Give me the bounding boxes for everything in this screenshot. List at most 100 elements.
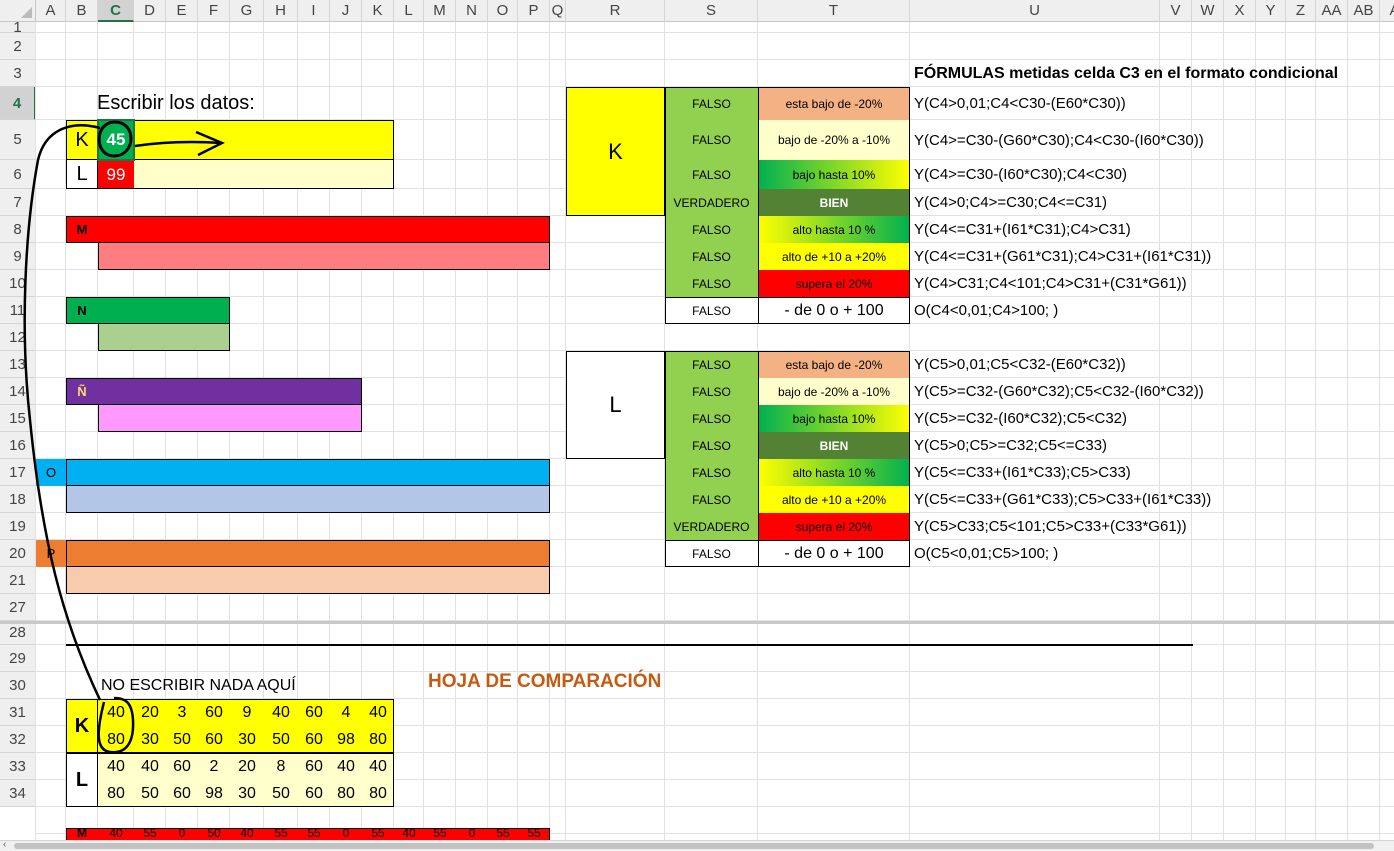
scroll-thumb[interactable] xyxy=(14,843,1374,849)
row-header-21[interactable]: 21 xyxy=(0,567,36,594)
comparison-note: NO ESCRIBIR NADA AQUÍ xyxy=(101,676,296,694)
row-header-14[interactable]: 14 xyxy=(0,378,36,405)
scroll-left-icon[interactable]: ‹ xyxy=(3,839,6,850)
row-header-34[interactable]: 34 xyxy=(0,780,36,807)
row-header-1[interactable]: 1 xyxy=(0,19,36,36)
row-header-16[interactable]: 16 xyxy=(0,432,36,459)
row-header-3[interactable]: 3 xyxy=(0,60,36,87)
row-header-5[interactable]: 5 xyxy=(0,120,36,160)
column-header-a[interactable]: A xyxy=(36,0,66,22)
bar-o-label: O xyxy=(45,465,57,480)
l_table-divider xyxy=(758,351,759,567)
row-header-2[interactable]: 2 xyxy=(0,33,36,60)
row-header-7[interactable]: 7 xyxy=(0,189,36,216)
column-header-m[interactable]: M xyxy=(424,0,456,22)
comparison-value: 8 xyxy=(276,757,286,775)
column-header-h[interactable]: H xyxy=(264,0,298,22)
comparison-value: 60 xyxy=(305,757,323,775)
comparison-value: 50 xyxy=(141,784,159,802)
input-title: Escribir los datos: xyxy=(97,92,255,114)
column-header-f[interactable]: F xyxy=(198,0,230,22)
column-header-c[interactable]: C xyxy=(98,0,134,22)
row-header-11[interactable]: 11 xyxy=(0,297,36,324)
comparison-value: 3 xyxy=(177,703,187,721)
column-header-q[interactable]: Q xyxy=(550,0,566,22)
spreadsheet-grid[interactable]: ABCDEFGHIJKLMNOPQRSTUVWXYZAAABA 12345678… xyxy=(0,0,1394,851)
bar-o-border xyxy=(66,459,550,513)
column-header-g[interactable]: G xyxy=(230,0,264,22)
k_table-formula: Y(C4>=C30-(G60*C30);C4<C30-(I60*C30)) xyxy=(914,131,1204,149)
column-header-j[interactable]: J xyxy=(330,0,362,22)
l_table-label: L xyxy=(609,392,622,417)
comparison-m-value: 55 xyxy=(307,826,321,840)
bar-o-line xyxy=(66,485,550,486)
comparison-value: 80 xyxy=(107,784,125,802)
comparison-l-label: L xyxy=(75,768,89,791)
row-header-31[interactable]: 31 xyxy=(0,699,36,726)
column-header-v[interactable]: V xyxy=(1160,0,1192,22)
comparison-title: HOJA DE COMPARACIÓN xyxy=(428,670,662,692)
k_table-formula: Y(C4>0;C4>=C30;C4<=C31) xyxy=(914,194,1108,211)
comparison-m-value: 0 xyxy=(178,826,186,840)
row-header-13[interactable]: 13 xyxy=(0,351,36,378)
row-header-30[interactable]: 30 xyxy=(0,672,36,699)
column-header-k[interactable]: K xyxy=(362,0,394,22)
row-header-9[interactable]: 9 xyxy=(0,243,36,270)
row-header-18[interactable]: 18 xyxy=(0,486,36,513)
row-header-4[interactable]: 4 xyxy=(0,87,36,120)
column-header-aa[interactable]: AA xyxy=(1316,0,1348,22)
bar-m-label: M xyxy=(76,222,88,237)
column-header-u[interactable]: U xyxy=(910,0,1160,22)
k_table-label: K xyxy=(608,138,623,164)
comparison-m-value: 55 xyxy=(274,826,288,840)
l_table-border xyxy=(665,351,910,567)
k_table-formula: Y(C4>C31;C4<101;C4>C31+(C31*G61)) xyxy=(914,275,1187,292)
row-header-10[interactable]: 10 xyxy=(0,270,36,297)
column-header-w[interactable]: W xyxy=(1192,0,1224,22)
column-header-d[interactable]: D xyxy=(134,0,166,22)
l_table-formula: Y(C5>0,01;C5<C32-(E60*C32)) xyxy=(914,356,1126,373)
bar-p-label: P xyxy=(46,546,56,561)
column-header-p[interactable]: P xyxy=(518,0,550,22)
comparison-value: 60 xyxy=(205,730,223,748)
comparison-m-value: 55 xyxy=(433,826,447,840)
comparison-value: 30 xyxy=(238,784,256,802)
comparison-value: 20 xyxy=(141,703,159,721)
row-header-15[interactable]: 15 xyxy=(0,405,36,432)
column-header-z[interactable]: Z xyxy=(1286,0,1316,22)
row-header-6[interactable]: 6 xyxy=(0,160,36,189)
row-header-29[interactable]: 29 xyxy=(0,645,36,672)
column-header-a[interactable]: A xyxy=(1380,0,1394,22)
comparison-value: 60 xyxy=(205,703,223,721)
l_table-formula: Y(C5>0;C5>=C32;C5<=C33) xyxy=(914,437,1108,454)
comparison-value: 40 xyxy=(337,757,355,775)
column-header-y[interactable]: Y xyxy=(1256,0,1286,22)
column-header-i[interactable]: I xyxy=(298,0,330,22)
horizontal-scrollbar[interactable]: ‹ xyxy=(0,839,1394,851)
comparison-value: 40 xyxy=(272,703,290,721)
row-header-28[interactable]: 28 xyxy=(0,621,36,645)
column-header-ab[interactable]: AB xyxy=(1348,0,1380,22)
l-value-input[interactable]: 99 xyxy=(98,160,134,189)
column-header-o[interactable]: O xyxy=(488,0,518,22)
row-header-20[interactable]: 20 xyxy=(0,540,36,567)
bar-p-border xyxy=(66,540,550,594)
column-header-n[interactable]: N xyxy=(456,0,488,22)
bar-enye-label: Ñ xyxy=(77,384,87,399)
row-header-33[interactable]: 33 xyxy=(0,753,36,780)
row-header-19[interactable]: 19 xyxy=(0,513,36,540)
column-header-s[interactable]: S xyxy=(665,0,758,22)
row-header-27[interactable]: 27 xyxy=(0,594,36,621)
column-header-l[interactable]: L xyxy=(394,0,424,22)
comparison-value: 20 xyxy=(238,757,256,775)
comparison-m-value: 0 xyxy=(342,826,350,840)
row-header-32[interactable]: 32 xyxy=(0,726,36,753)
row-header-12[interactable]: 12 xyxy=(0,324,36,351)
column-header-x[interactable]: X xyxy=(1224,0,1256,22)
column-header-e[interactable]: E xyxy=(166,0,198,22)
column-header-r[interactable]: R xyxy=(566,0,665,22)
row-header-8[interactable]: 8 xyxy=(0,216,36,243)
column-header-t[interactable]: T xyxy=(758,0,910,22)
row-header-17[interactable]: 17 xyxy=(0,459,36,486)
column-header-b[interactable]: B xyxy=(66,0,98,22)
